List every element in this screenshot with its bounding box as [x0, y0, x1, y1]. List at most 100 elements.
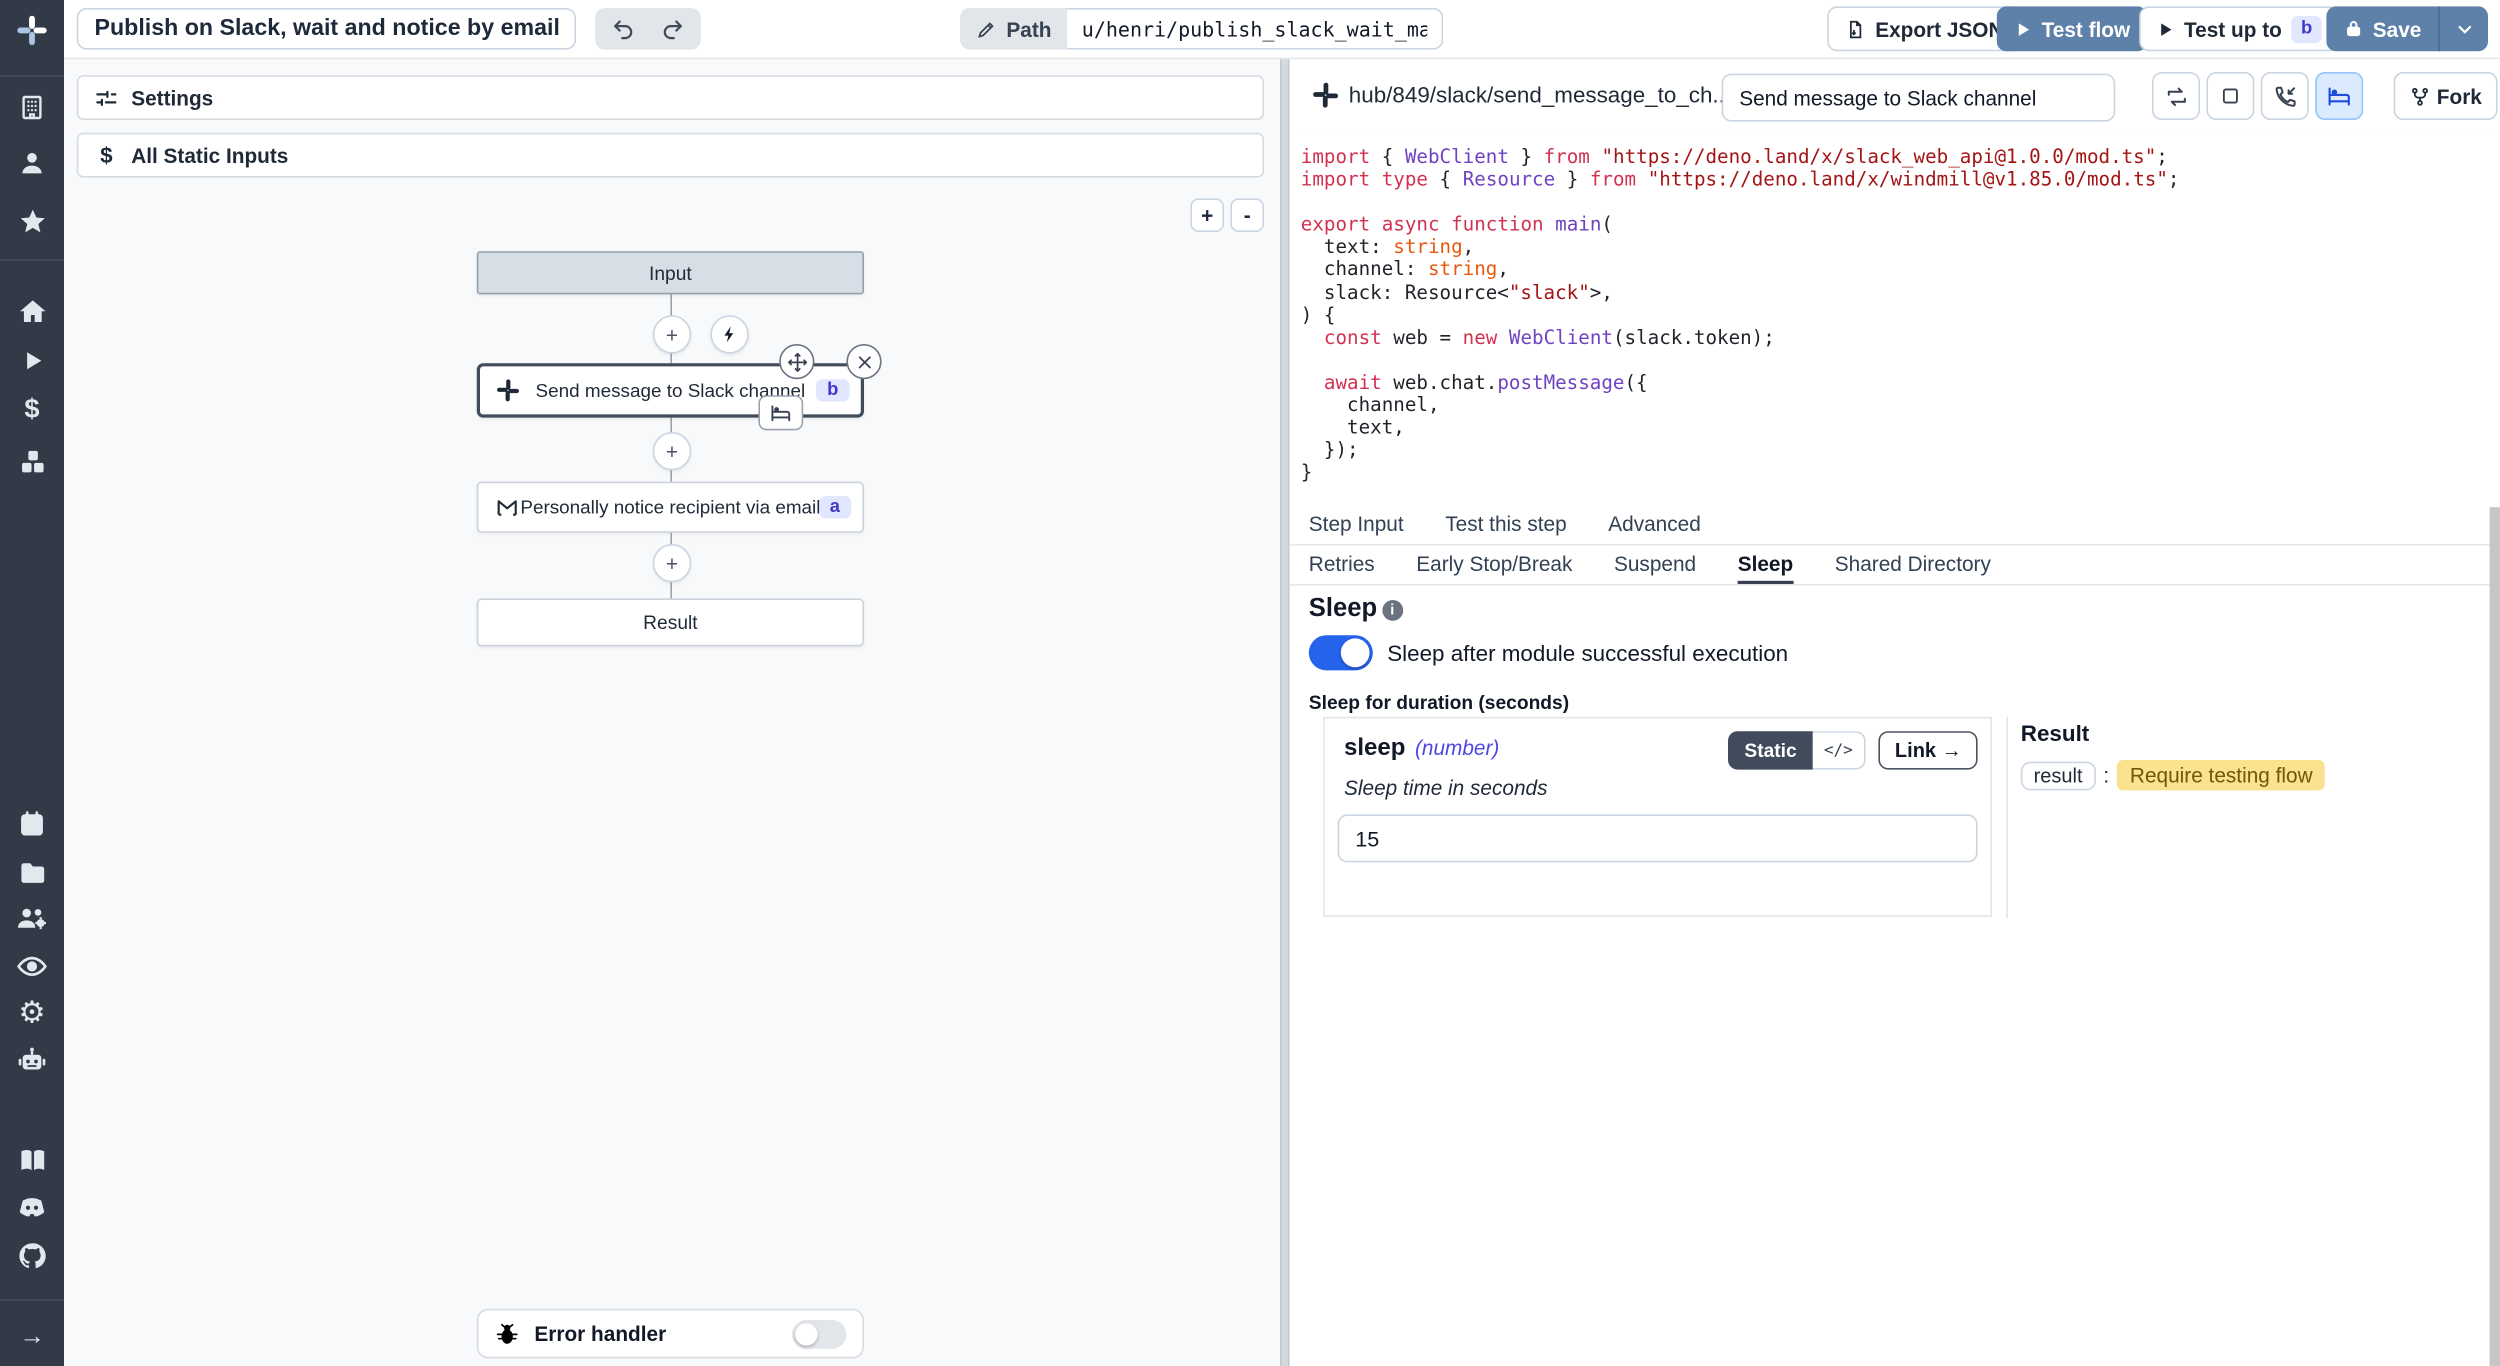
add-step-button[interactable]: +	[653, 315, 691, 353]
pencil-icon	[976, 18, 997, 39]
tab-step-input[interactable]: Step Input	[1309, 506, 1404, 544]
flow-editor-canvas: Settings $ All Static Inputs + - Input +	[64, 58, 1280, 1366]
zoom-in-button[interactable]: +	[1190, 198, 1224, 232]
users-gear-icon[interactable]	[0, 899, 64, 937]
hub-script-path[interactable]: hub/849/slack/send_message_to_ch...	[1349, 82, 1731, 108]
panel-scrollbar[interactable]	[2490, 507, 2500, 1366]
error-handler-node[interactable]: Error handler	[477, 1309, 864, 1359]
path-input[interactable]	[1067, 8, 1443, 50]
move-step-button[interactable]	[779, 344, 814, 379]
input-node-label: Input	[649, 262, 692, 284]
dollar-icon[interactable]: $	[0, 390, 64, 428]
slack-icon	[1312, 82, 1339, 109]
code-lines: import { WebClient } from "https://deno.…	[1290, 134, 2500, 483]
move-icon	[786, 351, 807, 372]
cubes-icon[interactable]	[0, 442, 64, 480]
sleep-enabled-toggle[interactable]	[1309, 635, 1373, 670]
slack-step-badge: b	[816, 379, 850, 401]
advanced-subtabs: Retries Early Stop/Break Suspend Sleep S…	[1290, 546, 2500, 586]
tab-test-this-step[interactable]: Test this step	[1445, 506, 1566, 544]
lightning-icon	[720, 325, 739, 344]
flow-title-input[interactable]	[77, 8, 576, 50]
square-icon	[2219, 85, 2241, 107]
arrow-right-icon[interactable]: →	[0, 1318, 64, 1356]
save-dropdown-button[interactable]	[2441, 6, 2489, 51]
home-icon[interactable]	[0, 291, 64, 329]
export-json-label: Export JSON	[1875, 17, 2003, 41]
save-lock-icon	[2344, 19, 2363, 38]
static-mode-button[interactable]: Static	[1728, 731, 1812, 769]
result-block: Result result : Require testing flow	[2021, 720, 2326, 790]
flow-node-input[interactable]: Input	[477, 251, 864, 294]
sleep-toggle-label: Sleep after module successful execution	[1387, 640, 1788, 666]
zoom-out-button[interactable]: -	[1230, 198, 1264, 232]
sleep-field-name: sleep	[1344, 734, 1405, 761]
subtab-early-stop[interactable]: Early Stop/Break	[1416, 546, 1572, 584]
subtab-suspend[interactable]: Suspend	[1614, 546, 1696, 584]
trigger-bolt-button[interactable]	[710, 315, 748, 353]
error-handler-toggle[interactable]	[792, 1319, 846, 1348]
result-colon: :	[2103, 763, 2109, 787]
add-step-button[interactable]: +	[653, 432, 691, 470]
flow-node-email-step[interactable]: Personally notice recipient via email a	[477, 482, 864, 533]
tab-advanced[interactable]: Advanced	[1608, 506, 1701, 544]
windmill-logo[interactable]	[0, 11, 64, 49]
fork-button[interactable]: Fork	[2394, 72, 2498, 120]
building-icon[interactable]	[0, 88, 64, 126]
play-icon	[2157, 20, 2175, 38]
flow-settings-bar[interactable]: Settings	[77, 75, 1264, 120]
retries-button[interactable]	[2152, 72, 2200, 120]
folder-icon[interactable]	[0, 853, 64, 891]
step-summary-input[interactable]	[1722, 74, 2116, 122]
eye-icon[interactable]	[0, 947, 64, 985]
step-detail-panel: hub/849/slack/send_message_to_ch...	[1290, 58, 2500, 1366]
person-icon[interactable]	[0, 144, 64, 182]
link-button[interactable]: Link →	[1879, 731, 1978, 769]
undo-button[interactable]	[598, 8, 648, 50]
subtab-sleep[interactable]: Sleep	[1738, 546, 1794, 584]
slack-icon	[496, 378, 520, 402]
github-icon[interactable]	[0, 1237, 64, 1275]
undo-redo-group	[595, 8, 701, 50]
sleep-toggle-row: Sleep after module successful execution	[1309, 635, 1788, 670]
subtab-shared-directory[interactable]: Shared Directory	[1835, 546, 1991, 584]
panel-resize-divider[interactable]	[1280, 58, 1290, 1366]
gmail-icon	[494, 494, 520, 520]
play-icon[interactable]	[0, 341, 64, 379]
gear-icon[interactable]: ⚙	[0, 994, 64, 1032]
early-stop-button[interactable]	[2206, 72, 2254, 120]
delete-step-button[interactable]	[846, 344, 881, 379]
static-inputs-label: All Static Inputs	[131, 143, 288, 167]
subtab-retries[interactable]: Retries	[1309, 546, 1375, 584]
book-icon[interactable]	[0, 1141, 64, 1179]
save-label: Save	[2373, 17, 2422, 41]
save-button[interactable]: Save	[2326, 6, 2439, 51]
sleep-seconds-input[interactable]	[1338, 814, 1978, 862]
test-up-to-button[interactable]: Test up to b	[2139, 6, 2339, 51]
redo-button[interactable]	[648, 8, 698, 50]
add-step-button[interactable]: +	[653, 544, 691, 582]
email-step-label: Personally notice recipient via email	[520, 496, 820, 518]
flow-node-result[interactable]: Result	[477, 598, 864, 646]
scrollbar-thumb[interactable]	[2490, 507, 2500, 1366]
fork-label: Fork	[2437, 84, 2482, 108]
result-divider	[2006, 717, 2008, 919]
bug-icon	[494, 1321, 520, 1347]
step-header: hub/849/slack/send_message_to_ch...	[1290, 58, 2500, 136]
suspend-button[interactable]	[2261, 72, 2309, 120]
code-editor[interactable]: import { WebClient } from "https://deno.…	[1290, 134, 2500, 505]
code-mode-button[interactable]: </>	[1813, 731, 1866, 769]
robot-icon[interactable]	[0, 1042, 64, 1080]
error-handler-label: Error handler	[534, 1322, 666, 1346]
discord-icon[interactable]	[0, 1189, 64, 1227]
sidebar: $ ⚙	[0, 0, 64, 1366]
path-edit-button[interactable]: Path	[960, 8, 1067, 50]
export-json-button[interactable]: Export JSON	[1827, 6, 2021, 51]
test-flow-button[interactable]: Test flow	[1997, 6, 2148, 51]
sleep-indicator-chip[interactable]	[758, 395, 803, 430]
calendar-icon[interactable]	[0, 805, 64, 843]
all-static-inputs-bar[interactable]: $ All Static Inputs	[77, 133, 1264, 178]
info-icon[interactable]: i	[1382, 599, 1403, 620]
star-icon[interactable]	[0, 202, 64, 240]
sleep-button[interactable]	[2315, 72, 2363, 120]
